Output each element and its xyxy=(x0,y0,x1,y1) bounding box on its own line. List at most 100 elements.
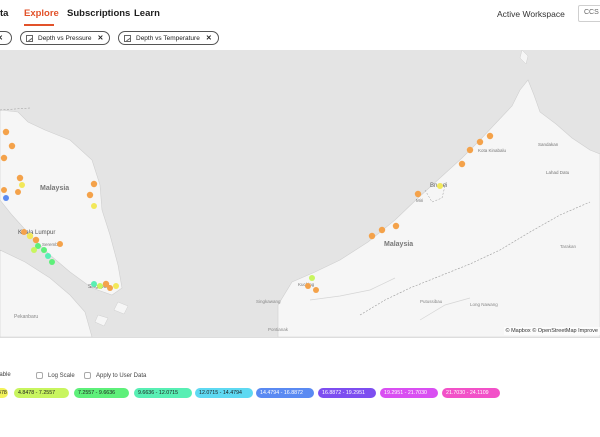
legend-label: 14.4794 - 16.8872 xyxy=(260,390,304,396)
data-point xyxy=(1,187,7,193)
chip-depth-vs-temperature[interactable]: Depth vs Temperature ✕ xyxy=(118,31,219,45)
riau-islands-2 xyxy=(94,314,109,327)
data-point xyxy=(437,183,443,189)
label-pekanbaru: Pekanbaru xyxy=(14,314,38,320)
legend-label: 12.0715 - 14.4794 xyxy=(199,390,243,396)
data-point xyxy=(97,283,103,289)
data-point xyxy=(19,182,25,188)
chip-depth-vs-pressure[interactable]: Depth vs Pressure ✕ xyxy=(20,31,111,45)
legend-label: 21.7030 - 24.1109 xyxy=(446,390,489,396)
option-log-scale[interactable]: Log Scale xyxy=(36,372,75,379)
option-label: Apply to User Data xyxy=(96,372,147,379)
basemap: Malaysia Kuala Lumpur Seremban Singapore… xyxy=(0,50,600,337)
data-point xyxy=(8,142,16,150)
data-point xyxy=(414,190,422,198)
legend-bin-4[interactable]: 12.0715 - 14.4794 xyxy=(195,388,253,398)
option-label: Log Scale xyxy=(48,372,75,379)
close-icon[interactable]: ✕ xyxy=(97,34,103,42)
legend-bin-7[interactable]: 19.2951 - 21.7030 xyxy=(380,388,438,398)
data-point xyxy=(32,236,40,244)
legend-bin-1[interactable]: 4.8478 - 7.2557 xyxy=(14,388,69,398)
legend-label: 16.8872 - 19.2951 xyxy=(322,390,366,396)
legend-label: 9.6636 - 12.0715 xyxy=(138,390,179,396)
checkbox[interactable] xyxy=(84,372,91,379)
data-point xyxy=(41,247,47,253)
data-point xyxy=(486,132,494,140)
data-point xyxy=(378,226,386,234)
chart-icon xyxy=(124,34,131,42)
data-point xyxy=(91,203,97,209)
label-malaysia-west: Malaysia xyxy=(40,185,69,192)
legend-bin-2[interactable]: 7.2557 - 9.6636 xyxy=(74,388,129,398)
data-point xyxy=(26,232,34,240)
option-enable[interactable]: nable xyxy=(0,372,11,378)
map-attribution[interactable]: © Mapbox © OpenStreetMap Improve xyxy=(503,327,600,335)
data-point xyxy=(3,195,9,201)
data-point xyxy=(57,241,63,247)
data-point xyxy=(113,283,119,289)
top-navigation: ta Explore Subscriptions Learn Active Wo… xyxy=(0,0,600,28)
data-point xyxy=(305,283,311,289)
malaysia-thailand-border xyxy=(0,107,31,111)
data-point xyxy=(368,232,376,240)
data-point xyxy=(21,229,27,235)
option-apply-to-user-data[interactable]: Apply to User Data xyxy=(84,372,146,379)
data-point xyxy=(476,138,484,146)
nav-data[interactable]: ta xyxy=(0,8,8,19)
legend-bin-5[interactable]: 14.4794 - 16.8872 xyxy=(256,388,314,398)
legend-label: 4.8478 - 7.2557 xyxy=(18,390,56,396)
option-label: nable xyxy=(0,372,11,378)
legend-bin-0[interactable]: 478 xyxy=(0,388,8,398)
legend-label: 7.2557 - 9.6636 xyxy=(78,390,116,396)
data-point xyxy=(31,247,37,253)
legend-label: 478 xyxy=(0,390,7,396)
nav-subscriptions[interactable]: Subscriptions xyxy=(67,8,130,19)
close-icon[interactable]: ✕ xyxy=(206,34,212,42)
label-malaysia-east: Malaysia xyxy=(384,241,413,248)
label-long-nawang: Long Nawang xyxy=(470,302,498,307)
chart-chip-row: ✕ Depth vs Pressure ✕ Depth vs Temperatu… xyxy=(0,28,600,50)
workspace-select[interactable]: CCS xyxy=(578,5,600,22)
data-point xyxy=(90,180,98,188)
data-point xyxy=(309,275,315,281)
checkbox[interactable] xyxy=(36,372,43,379)
chip-partial[interactable]: ✕ xyxy=(0,31,12,45)
active-tab-indicator xyxy=(24,24,54,26)
label-lahad-datu: Lahad Datu xyxy=(546,170,570,175)
data-point xyxy=(45,253,51,259)
nav-explore[interactable]: Explore xyxy=(24,8,59,19)
chip-label: Depth vs Pressure xyxy=(38,34,92,42)
legend-label: 19.2951 - 21.7030 xyxy=(384,390,428,396)
label-tarakan: Tarakan xyxy=(560,244,577,249)
legend-bin-3[interactable]: 9.6636 - 12.0715 xyxy=(134,388,192,398)
riau-islands xyxy=(113,301,129,315)
nav-learn[interactable]: Learn xyxy=(134,8,160,19)
map-view[interactable]: Malaysia Kuala Lumpur Seremban Singapore… xyxy=(0,50,600,337)
data-point xyxy=(392,222,400,230)
data-point xyxy=(15,189,21,195)
chip-label: Depth vs Temperature xyxy=(136,34,200,42)
label-pontianak: Pontianak xyxy=(268,327,289,332)
label-kota-kinabalu: Kota Kinabalu xyxy=(478,148,507,153)
data-point xyxy=(2,128,10,136)
data-point xyxy=(0,154,8,162)
data-point xyxy=(458,160,466,168)
active-workspace-label: Active Workspace xyxy=(497,9,565,19)
label-putussibau: Putussibau xyxy=(420,299,443,304)
label-singkawang: Singkawang xyxy=(256,299,281,304)
legend-bin-8[interactable]: 21.7030 - 24.1109 xyxy=(442,388,500,398)
legend-bin-6[interactable]: 16.8872 - 19.2951 xyxy=(318,388,376,398)
data-point xyxy=(49,259,55,265)
label-miri: Miri xyxy=(416,198,423,203)
northern-islands xyxy=(519,50,529,65)
legend-panel: nable Log Scale Apply to User Data 478 4… xyxy=(0,337,600,437)
label-sandakan: Sandakan xyxy=(538,142,559,147)
data-point xyxy=(107,285,113,291)
data-point xyxy=(16,174,24,182)
data-point xyxy=(86,191,94,199)
data-point xyxy=(466,146,474,154)
data-point xyxy=(91,281,97,287)
chart-icon xyxy=(26,34,33,42)
close-icon[interactable]: ✕ xyxy=(0,34,3,42)
data-point xyxy=(313,287,319,293)
